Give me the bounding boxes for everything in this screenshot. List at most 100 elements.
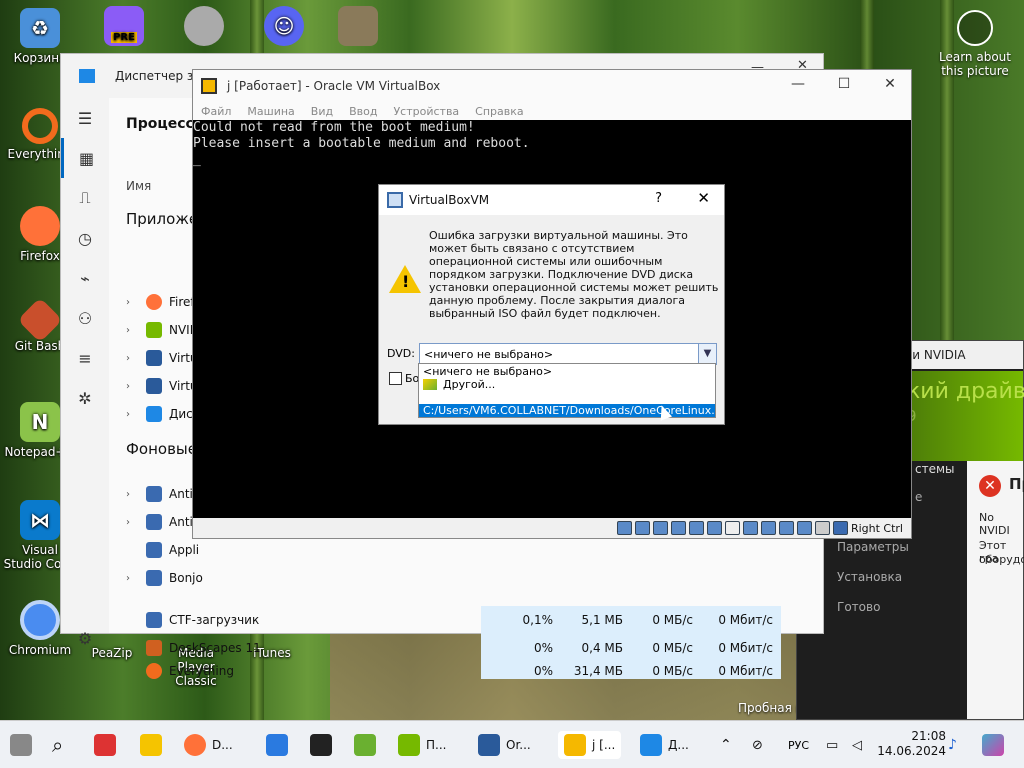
chevron-up-icon[interactable]: ⌃ — [720, 731, 732, 759]
menu-devices[interactable]: Устройства — [393, 105, 459, 118]
desktop-icon-gimp[interactable] — [320, 6, 396, 49]
hamburger-icon[interactable]: ☰ — [61, 98, 109, 138]
taskbar-clock[interactable]: 21:08 14.06.2024 — [877, 729, 946, 759]
users-icon[interactable]: ⚇ — [61, 298, 109, 338]
taskbar-nvidia[interactable]: П... — [398, 731, 446, 759]
service-icon — [146, 570, 162, 586]
taskbar-app-b[interactable] — [354, 731, 382, 759]
chevron-right-icon[interactable]: › — [126, 381, 146, 392]
display-icon[interactable]: ▭ — [826, 731, 838, 759]
nvidia-error-title: Пр — [1009, 475, 1024, 493]
processes-icon[interactable]: ▦ — [61, 138, 109, 178]
learn-about-picture[interactable]: Learn about this picture — [938, 10, 1012, 78]
column-header-name[interactable]: Имя — [126, 179, 151, 193]
chevron-right-icon[interactable]: › — [126, 573, 146, 584]
taskbar-copilot[interactable] — [982, 731, 1010, 759]
dvd-combobox[interactable]: <ничего не выбрано> ▼ — [419, 343, 717, 365]
taskbar-app-ip[interactable] — [310, 731, 338, 759]
menu-view[interactable]: Вид — [311, 105, 333, 118]
console-line: Please insert a bootable medium and rebo… — [193, 136, 530, 151]
taskmgr-taskbar-icon — [640, 734, 662, 756]
keyboard-status-icon[interactable] — [814, 521, 830, 535]
chromium-icon — [20, 600, 60, 640]
startup-icon[interactable]: ⌁ — [61, 258, 109, 298]
recording-status-icon[interactable] — [760, 521, 776, 535]
table-row[interactable]: › Bonjo — [126, 564, 823, 592]
taskbar-start[interactable] — [10, 731, 38, 759]
table-row[interactable]: DeskScapes 11 0% 0,4 МБ 0 МБ/с 0 Мбит/с — [126, 634, 823, 662]
vm-close-button[interactable]: ✕ — [875, 76, 905, 92]
chevron-right-icon[interactable]: › — [126, 409, 146, 420]
desktop-icon-visual-studio-pre[interactable]: PRE — [86, 6, 162, 49]
drag-drop-status-icon[interactable] — [724, 521, 740, 535]
taskbar-explorer[interactable] — [140, 731, 168, 759]
taskbar-app-red[interactable] — [94, 731, 122, 759]
desktop-icon-discord[interactable]: ☺ — [246, 6, 322, 49]
chevron-right-icon[interactable]: › — [126, 353, 146, 364]
desktop-icon-unknown-disc[interactable] — [166, 6, 242, 49]
taskbar-virtualbox[interactable]: Or... — [478, 731, 531, 759]
search-icon[interactable]: ⌕ — [52, 731, 63, 759]
network-status-icon[interactable] — [670, 521, 686, 535]
volume-mute-icon[interactable]: ◁ — [852, 731, 862, 759]
app-history-icon[interactable]: ◷ — [61, 218, 109, 258]
dropdown-option-other[interactable]: Другой... — [419, 378, 715, 391]
firefox-icon — [146, 294, 162, 310]
taskbar-firefox[interactable]: D... — [184, 731, 233, 759]
chevron-right-icon[interactable]: › — [126, 489, 146, 500]
dvd-dropdown-list[interactable]: <ничего не выбрано> Другой... C:/Users/V… — [418, 363, 716, 418]
disc-icon — [184, 6, 224, 46]
vm-maximize-button[interactable]: ☐ — [829, 76, 859, 92]
dialog-close-button[interactable]: ✕ — [697, 189, 710, 207]
taskbar-taskmgr[interactable]: Д... — [640, 731, 689, 759]
cpu-status-icon[interactable] — [778, 521, 794, 535]
app-b-icon — [354, 734, 376, 756]
vm-window-title: j [Работает] - Oracle VM VirtualBox — [227, 79, 441, 93]
dialog-checkbox[interactable] — [389, 372, 402, 385]
menu-file[interactable]: Файл — [201, 105, 231, 118]
bell-icon[interactable]: ♪ — [948, 731, 957, 759]
shared-folder-status-icon[interactable] — [706, 521, 722, 535]
menu-machine[interactable]: Машина — [247, 105, 294, 118]
chevron-right-icon[interactable]: › — [126, 517, 146, 528]
services-icon[interactable]: ✲ — [61, 378, 109, 418]
table-row[interactable]: Everything 0% 31,4 МБ 0 МБ/с 0 Мбит/с — [126, 662, 823, 679]
table-row[interactable]: CTF-загрузчик 0,1% 5,1 МБ 0 МБ/с 0 Мбит/с — [126, 606, 823, 634]
firefox-icon — [20, 206, 60, 246]
console-cursor: _ — [193, 152, 201, 167]
mouse-integration-icon[interactable] — [796, 521, 812, 535]
apps-section-title: Приложе — [126, 210, 199, 228]
hdd-status-icon[interactable] — [616, 521, 632, 535]
chevron-right-icon[interactable]: › — [126, 325, 146, 336]
table-row[interactable]: Appli — [126, 536, 823, 564]
language-indicator[interactable]: РУС — [788, 739, 809, 752]
details-icon[interactable]: ≡ — [61, 338, 109, 378]
row-metrics: 0% 31,4 МБ 0 МБ/с 0 Мбит/с — [481, 662, 781, 679]
dropdown-option-none[interactable]: <ничего не выбрано> — [419, 365, 715, 378]
dialog-titlebar[interactable]: VirtualBoxVM ? ✕ — [379, 185, 724, 215]
display-status-icon[interactable] — [742, 521, 758, 535]
menu-help[interactable]: Справка — [475, 105, 523, 118]
camera-icon — [957, 10, 993, 46]
performance-icon[interactable]: ⎍ — [61, 178, 109, 218]
vm-status-bar: Right Ctrl — [193, 518, 911, 538]
settings-gear-icon[interactable]: ⚙ — [61, 618, 109, 658]
taskbar-store[interactable] — [266, 731, 294, 759]
vm-console-output[interactable]: Could not read from the boot medium! Ple… — [193, 120, 530, 168]
taskbar-vm[interactable]: j [... — [558, 731, 622, 759]
chevron-right-icon[interactable]: › — [126, 297, 146, 308]
nvidia-step-options: Параметры — [837, 540, 909, 554]
chevron-down-icon[interactable]: ▼ — [698, 344, 716, 364]
visual-studio-pre-icon: PRE — [104, 6, 144, 46]
vm-minimize-button[interactable]: — — [783, 76, 813, 92]
row-metrics: 0,1% 5,1 МБ 0 МБ/с 0 Мбит/с — [481, 606, 781, 634]
service-icon — [146, 514, 162, 530]
optical-status-icon[interactable] — [634, 521, 650, 535]
network-off-icon[interactable]: ⊘ — [752, 731, 763, 759]
menu-input[interactable]: Ввод — [349, 105, 377, 118]
audio-status-icon[interactable] — [652, 521, 668, 535]
dvd-combobox-value: <ничего не выбрано> — [424, 348, 554, 361]
help-button[interactable]: ? — [655, 191, 662, 206]
usb-status-icon[interactable] — [688, 521, 704, 535]
recycle-bin-icon: ♻ — [20, 8, 60, 48]
